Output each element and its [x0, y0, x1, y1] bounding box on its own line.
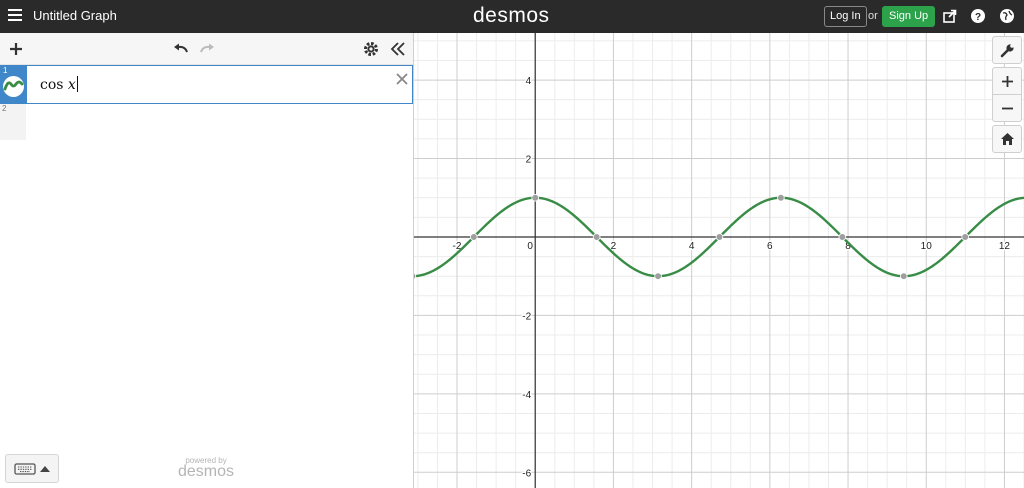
help-icon[interactable]: ?	[970, 8, 986, 24]
curve-point	[899, 272, 908, 280]
hamburger-menu-icon[interactable]	[8, 9, 22, 23]
collapse-panel-icon[interactable]	[389, 40, 407, 58]
curve-point	[592, 233, 601, 241]
x-tick-label: 12	[999, 241, 1011, 252]
x-tick-label: 6	[767, 241, 773, 252]
curve-point	[469, 233, 478, 241]
undo-icon[interactable]	[172, 40, 190, 58]
curve-point	[414, 272, 417, 280]
x-tick-label: 10	[921, 241, 933, 252]
curve-point	[777, 193, 785, 202]
y-tick-label: -4	[522, 390, 531, 401]
y-tick-label: 2	[526, 155, 532, 166]
major-gridlines	[414, 33, 1024, 488]
text-caret	[76, 76, 78, 92]
powered-by-logo: desmos	[178, 463, 235, 480]
expression-row-1[interactable]: 1 cos x	[0, 65, 413, 104]
curve-point	[715, 233, 724, 241]
x-tick-label: 0	[527, 241, 533, 252]
function-name: cos	[40, 77, 64, 93]
y-tick-label: -6	[522, 468, 531, 479]
graph-settings-button[interactable]	[992, 36, 1022, 64]
x-tick-label: 4	[689, 241, 695, 252]
expression-row-2[interactable]: 2	[0, 104, 26, 140]
variable-name: x	[67, 77, 76, 93]
expression-input[interactable]: cos x	[40, 76, 78, 93]
zoom-in-button[interactable]	[992, 67, 1022, 95]
keyboard-toggle-button[interactable]	[5, 454, 59, 483]
desmos-logo: desmos	[473, 4, 550, 27]
axes	[414, 33, 1024, 488]
graph-wave-icon[interactable]	[2, 75, 25, 98]
wrench-icon	[1000, 44, 1014, 58]
powered-by-desmos: powered by desmos	[178, 456, 234, 481]
curve-point	[961, 233, 969, 241]
expression-index: 1	[3, 66, 8, 75]
curve-point	[654, 272, 662, 280]
minor-gridlines	[414, 33, 1024, 488]
caret-up-icon	[40, 466, 50, 472]
language-globe-icon[interactable]	[999, 8, 1015, 24]
curve-point	[531, 193, 540, 202]
signup-button[interactable]: Sign Up	[882, 6, 936, 27]
graph-paper[interactable]: -2 0 2 4 6 8 10 12 42-2-4-6	[414, 33, 1024, 488]
share-icon[interactable]	[942, 8, 958, 24]
graph-title[interactable]: Untitled Graph	[33, 8, 117, 23]
x-tick-labels: -2 0 2 4 6 8 10 12	[451, 240, 1011, 254]
svg-text:?: ?	[975, 12, 981, 23]
expression-panel: 1 cos x 2 powered by desmos	[0, 33, 414, 488]
y-tick-labels: 4 2 -2 -4 -6	[521, 75, 533, 481]
delete-expression-icon[interactable]	[395, 72, 409, 86]
zoom-out-button[interactable]	[992, 94, 1022, 122]
expression-toolbar	[0, 33, 413, 65]
zoom-in-icon	[1002, 76, 1013, 87]
home-icon	[1001, 133, 1014, 145]
y-tick-label: 4	[526, 76, 532, 87]
top-bar: Untitled Graph desmos Log In or Sign Up …	[0, 0, 1024, 33]
expression-gutter[interactable]: 1	[1, 66, 27, 103]
zoom-out-icon	[1002, 107, 1013, 110]
login-button[interactable]: Log In	[824, 6, 867, 27]
or-label: or	[868, 10, 878, 22]
curve-point	[838, 233, 847, 241]
y-tick-label: -2	[522, 311, 531, 322]
settings-gear-icon[interactable]	[362, 40, 380, 58]
home-button[interactable]	[992, 125, 1022, 153]
redo-icon[interactable]	[198, 40, 216, 58]
keyboard-icon	[14, 463, 36, 475]
add-icon[interactable]	[7, 40, 25, 58]
expression-index: 2	[2, 104, 7, 113]
